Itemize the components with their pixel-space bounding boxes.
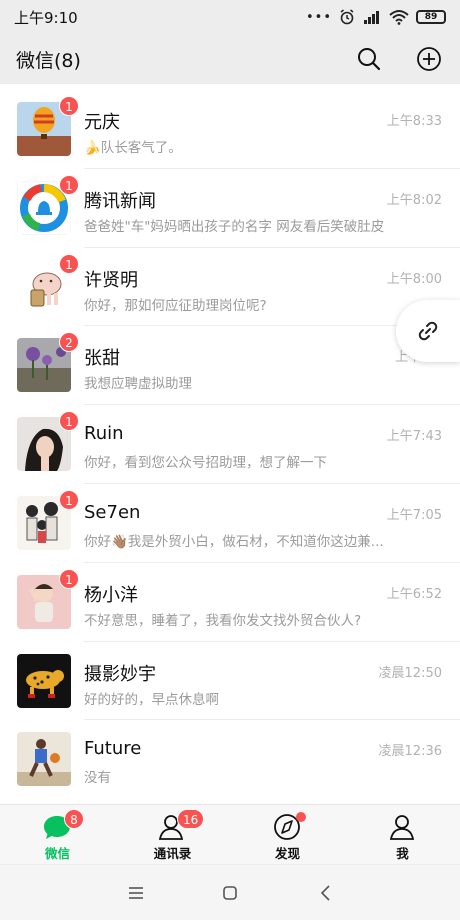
tab-chats[interactable]: 8 微信 (0, 805, 115, 865)
chat-name: Se7en (84, 501, 141, 523)
chat-name: Ruin (84, 423, 124, 445)
more-dots-icon: ••• (305, 9, 332, 25)
avatar (17, 653, 71, 708)
profile-icon (389, 815, 415, 840)
tab-label: 微信 (44, 846, 70, 861)
avatar: 1 (17, 96, 79, 156)
menu-icon[interactable] (124, 881, 148, 905)
chat-preview: 你好👋🏽我是外贸小白，做石材，不知道你这边兼... (84, 533, 384, 550)
chat-preview: 没有 (84, 770, 111, 787)
chat-row-se7en[interactable]: 1 Se7en 你好👋🏽我是外贸小白，做石材，不知道你这边兼... 上午7:05 (0, 483, 460, 563)
avatar: 1 (17, 489, 79, 550)
tab-me[interactable]: 我 (345, 805, 460, 865)
tab-label: 通讯录 (153, 846, 192, 861)
tab-label: 我 (396, 846, 409, 861)
chat-time: 凌晨12:36 (378, 744, 442, 760)
add-icon[interactable] (416, 46, 442, 72)
chat-preview: 你好，那如何应征助理岗位呢? (84, 297, 267, 314)
chat-row-zhang-tian[interactable]: 2 张甜 我想应聘虚拟助理 上午7:.. (0, 326, 460, 406)
chat-time: 上午7:43 (386, 429, 442, 445)
chat-row-sheying-miaoyu[interactable]: 摄影妙宇 好的好的，早点休息啊 凌晨12:50 (0, 641, 460, 721)
tab-discover[interactable]: 发现 (230, 805, 345, 865)
chat-time: 上午8:33 (386, 114, 442, 129)
unread-badge: 1 (59, 96, 79, 116)
system-navigation-bar (0, 864, 460, 920)
chat-preview: 🍌队长客气了。 (84, 140, 182, 156)
status-bar: 上午9:10 ••• 89 (0, 0, 460, 34)
chat-preview: 好的好的，早点休息啊 (84, 691, 219, 708)
chat-time: 上午8:00 (386, 271, 442, 287)
status-icons: ••• 89 (306, 8, 446, 26)
back-icon[interactable] (314, 881, 338, 905)
chat-row-yuanqing[interactable]: 1 元庆 🍌队长客气了。 上午8:33 (0, 90, 460, 169)
chat-name: 元庆 (84, 112, 120, 133)
chat-name: 杨小洋 (84, 584, 138, 606)
avatar: 2 (17, 332, 79, 393)
chat-preview: 你好，看到您公众号招助理，想了解一下 (84, 455, 327, 472)
unread-badge: 1 (59, 411, 79, 432)
unread-badge: 1 (59, 253, 79, 274)
unread-badge: 2 (59, 332, 79, 353)
tab-label: 发现 (274, 846, 300, 861)
page-title: 微信(8) (16, 50, 81, 72)
chat-row-yang-xiaoyang[interactable]: 1 杨小洋 不好意思，睡着了，我看你发文找外贸合伙人? 上午6:52 (0, 562, 460, 642)
tab-contacts[interactable]: 16 通讯录 (115, 805, 230, 865)
avatar (17, 732, 71, 787)
chat-time: 上午8:02 (386, 192, 442, 208)
chat-preview: 不好意思，睡着了，我看你发文找外贸合伙人? (84, 612, 362, 629)
avatar: 1 (16, 174, 79, 236)
chat-preview: 爸爸姓"车"妈妈晒出孩子的名字 网友看后笑破肚皮 (84, 218, 385, 235)
tab-badge: 8 (64, 809, 84, 829)
unread-badge: 1 (59, 568, 79, 589)
chat-name: 许贤明 (84, 269, 138, 291)
battery-indicator: 89 (416, 10, 446, 24)
search-icon[interactable] (356, 46, 382, 72)
avatar: 1 (17, 568, 79, 629)
floating-link-button[interactable] (396, 300, 460, 362)
chat-row-xu-xianming[interactable]: 1 许贤明 你好，那如何应征助理岗位呢? 上午8:00 (0, 247, 460, 327)
signal-icon (364, 11, 379, 24)
tab-badge: 16 (177, 809, 205, 829)
chat-preview: 我想应聘虚拟助理 (84, 376, 192, 393)
chat-row-tencent-news[interactable]: 1 腾讯新闻 爸爸姓"车"妈妈晒出孩子的名字 网友看后笑破肚皮 上午8:02 (0, 168, 460, 248)
wifi-icon (389, 10, 409, 25)
avatar: 1 (17, 411, 79, 472)
chat-name: 张甜 (84, 348, 120, 370)
chat-row-future[interactable]: Future 没有 凌晨12:36 (0, 720, 460, 800)
chat-name: 摄影妙宇 (84, 663, 156, 685)
bottom-tab-bar: 8 微信 16 通讯录 发现 我 (0, 804, 460, 864)
avatar: 1 (17, 253, 79, 314)
chat-time: 凌晨12:50 (378, 665, 442, 681)
chat-row-ruin[interactable]: 1 Ruin 你好，看到您公众号招助理，想了解一下 上午7:43 (0, 405, 460, 484)
chat-time: 上午7:05 (386, 507, 442, 523)
status-time: 上午9:10 (14, 9, 78, 27)
leopard-avatar-icon (17, 653, 71, 708)
link-icon (418, 321, 438, 341)
chat-time: 上午6:52 (386, 586, 442, 602)
unread-badge: 1 (59, 489, 79, 510)
chat-name: Future (84, 738, 142, 760)
unread-badge: 1 (59, 174, 79, 195)
chat-list: 1 元庆 🍌队长客气了。 上午8:33 1 腾讯新闻 爸爸姓"车"妈妈晒出孩子的… (0, 90, 460, 800)
home-icon[interactable] (218, 881, 242, 905)
basketball-player-avatar-icon (17, 732, 71, 787)
tab-dot-badge (296, 812, 306, 822)
chat-name: 腾讯新闻 (84, 190, 156, 212)
alarm-icon (340, 9, 354, 25)
app-header: 微信(8) (0, 34, 460, 84)
